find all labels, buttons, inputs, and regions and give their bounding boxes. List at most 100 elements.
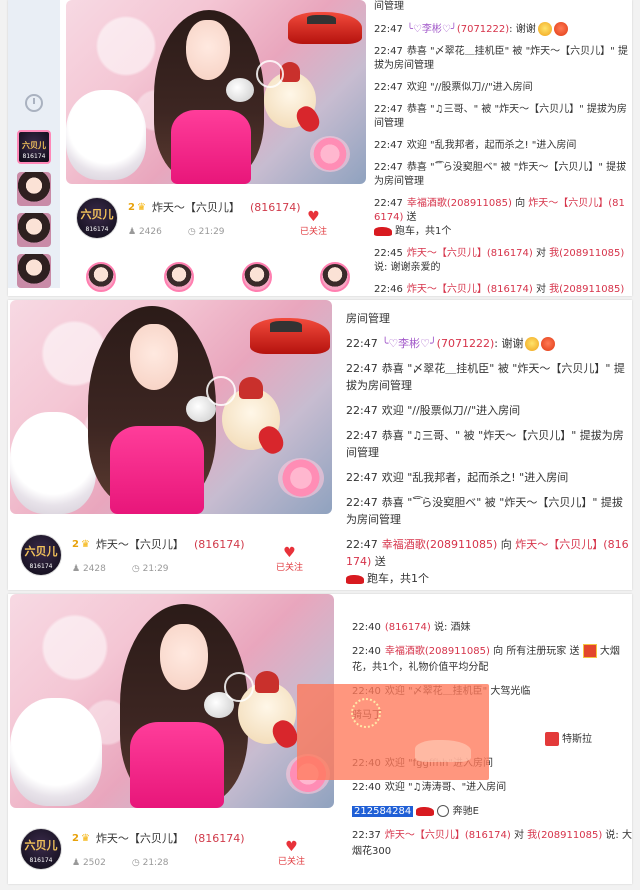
chat-message: 22:45 炸天～【六贝儿】(816174) 对 我(208911085) 说: …	[374, 247, 630, 275]
message-time: 22:45	[374, 248, 403, 259]
message-text[interactable]: 我(208911085)	[549, 248, 624, 259]
streamer-face-image	[186, 20, 230, 80]
gift-line: 跑车，共1个	[374, 225, 630, 239]
car-gift-icon	[416, 806, 435, 816]
host-details: 2 ♛ 炸天～【六贝儿】 (816174) ♟ 2426 ◷ 21:29	[128, 199, 301, 238]
message-time: 22:46	[374, 284, 403, 295]
message-time: 22:47	[346, 471, 378, 484]
user-id-highlight[interactable]: 212584284	[352, 806, 414, 817]
sports-car-gift-icon	[346, 574, 364, 584]
message-time: 22:47	[346, 404, 378, 417]
viewer-icon: ♟	[72, 564, 81, 574]
clock-icon: ◷	[131, 564, 140, 574]
teddy-bear-image	[10, 412, 96, 514]
message-text: 奔驰E	[452, 806, 479, 817]
message-text[interactable]: 我(208911085)	[549, 284, 624, 295]
history-clock-icon[interactable]	[25, 94, 43, 112]
streamer-face-image	[160, 624, 208, 690]
message-text: 欢迎 "//股票似刀//"进入房间	[406, 82, 533, 93]
message-text[interactable]: 炸天～【六贝儿】(816174)	[385, 830, 511, 841]
follow-button[interactable]: ♥ 已关注	[278, 840, 305, 867]
message-text: 说: 酒妹	[430, 622, 471, 633]
sports-car-sticker	[288, 12, 362, 44]
fan-avatar-row	[86, 262, 398, 292]
live-video[interactable]	[10, 300, 332, 514]
fan-avatar[interactable]	[86, 262, 116, 292]
message-text: 欢迎 "♫涛涛哥、"进入房间	[384, 782, 507, 793]
message-text: 说: 谢谢亲爱的	[374, 262, 441, 273]
fan-avatar[interactable]	[320, 262, 350, 292]
streamer-top-image	[130, 722, 224, 808]
avatar-text: 六贝儿	[80, 208, 114, 221]
chat-message: 22:37 炸天～【六贝儿】(816174) 对 我(208911085) 说: …	[352, 828, 632, 860]
message-text: 对	[510, 830, 528, 841]
fan-avatar[interactable]	[164, 262, 194, 292]
chat-message: 22:40 欢迎 "♫涛涛哥、"进入房间	[352, 780, 632, 796]
message-text[interactable]: ╰♡李彬♡╯	[407, 24, 457, 35]
message-text[interactable]: 幸福酒歌(208911085)	[382, 538, 498, 551]
follow-label: 已关注	[300, 227, 328, 237]
smile-emoji-icon	[537, 22, 552, 36]
host-avatar[interactable]: 六贝儿 816174	[20, 534, 62, 576]
chat-message: 22:47 幸福酒歌(208911085) 向 炸天～【六贝儿】(816174) …	[346, 536, 632, 587]
message-text[interactable]: (7071222)	[437, 337, 495, 350]
chat-message: 22:47 恭喜 "♫三哥、" 被 "炸天～【六贝儿】" 提拔为房间管理	[374, 103, 630, 131]
live-video[interactable]	[66, 0, 366, 184]
message-text: 向 所有注册玩家 送	[489, 646, 580, 657]
chat-log[interactable]: 间管理 22:47 ╰♡李彬♡╯(7071222): 谢谢 22:47 恭喜 "〆翠花＿…	[374, 0, 630, 296]
host-name: 炸天～【六贝儿】	[95, 832, 184, 845]
follow-button[interactable]: ♥ 已关注	[300, 210, 327, 237]
chat-message: 22:47 恭喜 "〆翠花＿挂机臣" 被 "炸天～【六贝儿】" 提拔为房间管理	[374, 45, 630, 73]
message-text: 恭喜 "〆翠花＿挂机臣" 被 "炸天～【六贝儿】" 提拔为房间管理	[346, 362, 625, 392]
follow-label: 已关注	[276, 563, 304, 573]
message-text[interactable]: (816174)	[385, 622, 431, 633]
message-text[interactable]: 幸福酒歌(208911085)	[385, 646, 490, 657]
flower-sticker	[278, 458, 324, 498]
message-text[interactable]: (7071222)	[457, 24, 509, 35]
level-badge: 2	[72, 832, 79, 844]
chat-message: 22:47 ╰♡李彬♡╯(7071222): 谢谢	[346, 335, 632, 352]
chat-log[interactable]: 房间管理 22:47 ╰♡李彬♡╯(7071222): 谢谢 22:47 恭喜 "〆翠花…	[346, 310, 632, 590]
sidebar-room-thumb[interactable]	[17, 172, 51, 206]
message-time: 22:47	[374, 162, 403, 173]
host-avatar[interactable]: 六贝儿 816174	[20, 828, 62, 870]
sidebar-room-thumb[interactable]	[17, 213, 51, 247]
fan-avatar[interactable]	[242, 262, 272, 292]
chat-message: 房间管理	[346, 310, 632, 327]
chat-message: 22:47 幸福酒歌(208911085) 向 炸天～【六贝儿】(816174) …	[374, 197, 630, 239]
follow-button[interactable]: ♥ 已关注	[276, 546, 303, 573]
chat-message: 间管理	[374, 0, 630, 14]
message-text: 送	[371, 555, 386, 568]
message-text[interactable]: 炸天～【六贝儿】(816174)	[407, 284, 533, 295]
message-time: 22:47	[374, 82, 403, 93]
message-text[interactable]: ╰♡李彬♡╯	[382, 337, 437, 350]
chat-message: 22:47 恭喜 "ˉ͡ ̄ら没㝣胆ベ" 被 "炸天～【六贝儿】" 提拔为房间管理	[346, 494, 632, 528]
sports-car-gift-icon	[374, 226, 392, 236]
sidebar-room-thumb-active[interactable]: 六贝儿 816174	[17, 130, 51, 164]
host-info-card[interactable]: 六贝儿 816174 2 ♛ 炸天～【六贝儿】 (816174) ♟ 2426 …	[76, 197, 301, 239]
host-stats: ♟ 2426 ◷ 21:29	[128, 227, 301, 237]
live-duration: ◷ 21:29	[132, 564, 169, 574]
host-details: 2 ♛ 炸天～【六贝儿】 (816174) ♟ 2502 ◷ 21:28	[72, 830, 245, 869]
chat-message: 22:47 恭喜 "♫三哥、" 被 "炸天～【六贝儿】" 提拔为房间管理	[346, 427, 632, 461]
message-time: 22:47	[374, 104, 403, 115]
crown-icon: ♛	[136, 201, 146, 213]
clock-icon: ◷	[187, 227, 196, 237]
gift-animation-overlay	[297, 684, 489, 780]
host-avatar[interactable]: 六贝儿 816174	[76, 197, 118, 239]
host-info-card[interactable]: 六贝儿 816174 2 ♛ 炸天～【六贝儿】 (816174) ♟ 2502 …	[20, 828, 245, 870]
chat-message: 22:47 ╰♡李彬♡╯(7071222): 谢谢	[374, 22, 630, 37]
chat-message: 22:47 欢迎 "//股票似刀//"进入房间	[346, 402, 632, 419]
message-text[interactable]: 我(208911085)	[527, 830, 602, 841]
message-text[interactable]: 炸天～【六贝儿】(816174)	[407, 248, 533, 259]
message-text[interactable]: 幸福酒歌(208911085)	[407, 198, 512, 209]
message-text: 欢迎 "乱我邦者，起而杀之! "进入房间	[406, 140, 577, 151]
message-time: 22:47	[374, 24, 403, 35]
snowflake-sticker	[206, 376, 236, 406]
sidebar-room-thumb[interactable]	[17, 254, 51, 288]
flower-sticker	[310, 136, 350, 172]
host-info-card[interactable]: 六贝儿 816174 2 ♛ 炸天～【六贝儿】 (816174) ♟ 2428 …	[20, 534, 245, 576]
live-video[interactable]	[10, 594, 334, 808]
tongue-emoji-icon	[553, 22, 568, 36]
gift-text: 跑车，共1个	[367, 572, 429, 585]
